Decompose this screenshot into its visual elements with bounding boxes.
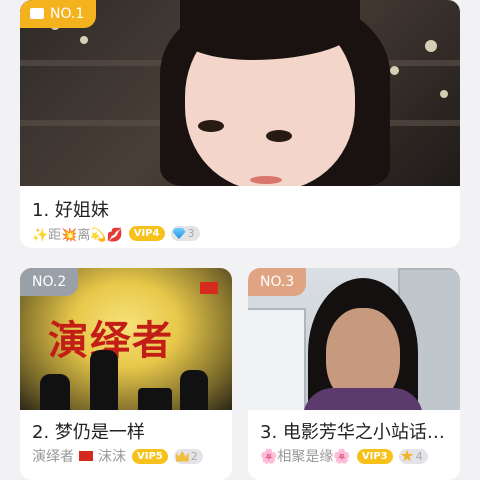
song-card-2[interactable]: 演绎者 NO.2 2. 梦仍是一样 演绎者 沫沫 VIP5 2 [20, 268, 232, 480]
flag-icon [79, 451, 93, 461]
song-title: 1. 好姐妹 [32, 200, 109, 221]
cover-image [20, 0, 460, 186]
diamond-icon [172, 228, 186, 239]
rank-badge: NO.1 [20, 0, 97, 28]
flag-icon [200, 282, 218, 294]
level-badge: 2 [173, 448, 203, 464]
star-icon [400, 449, 414, 462]
rank-badge: NO.2 [20, 268, 79, 296]
singer-info: 🌸相聚是缘🌸 VIP3 4 [260, 446, 428, 466]
rank-badge: NO.3 [248, 268, 307, 296]
crown-icon [175, 450, 189, 462]
singer-info: ✨距💥离💫💋 VIP4 3 [32, 224, 200, 243]
song-card-3[interactable]: NO.3 3. 电影芳华之小站话… 🌸相聚是缘🌸 VIP3 4 [248, 268, 460, 480]
singer-name-suffix: 沫沫 [98, 449, 126, 465]
singer-name: ✨距💥离💫💋 [32, 228, 123, 243]
vip-badge: VIP4 [128, 226, 165, 241]
song-title: 2. 梦仍是一样 [32, 422, 145, 443]
trophy-icon [30, 8, 44, 19]
level-badge: 4 [398, 448, 428, 464]
level-badge: 3 [170, 226, 200, 241]
song-card-1[interactable]: NO.1 1. 好姐妹 ✨距💥离💫💋 VIP4 3 [20, 0, 460, 248]
singer-name: 🌸相聚是缘🌸 [260, 449, 351, 465]
vip-badge: VIP5 [132, 448, 168, 464]
singer-info: 演绎者 沫沫 VIP5 2 [32, 446, 203, 466]
vip-badge: VIP3 [356, 448, 393, 464]
singer-name: 演绎者 [32, 449, 74, 465]
song-title: 3. 电影芳华之小站话… [260, 422, 445, 443]
